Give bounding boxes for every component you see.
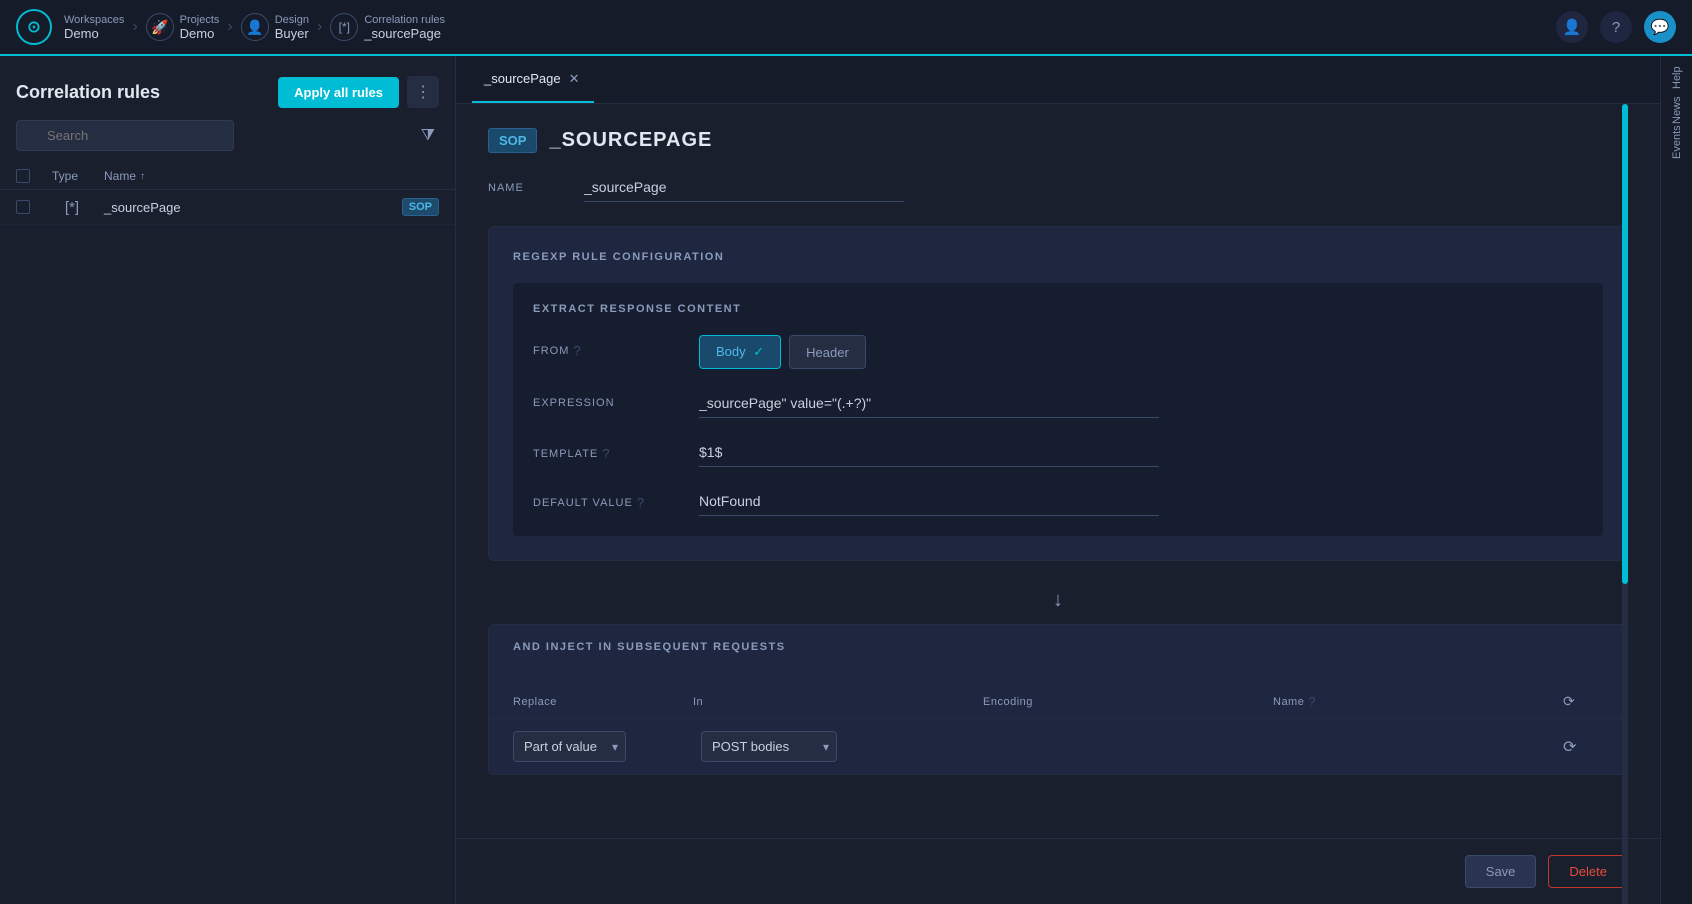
detail-sop-badge: SOP [488,128,537,153]
expression-label: EXPRESSION [533,389,683,409]
help-button[interactable]: ? [1600,11,1632,43]
delete-button[interactable]: Delete [1548,855,1628,888]
header-type: Type [52,169,92,183]
config-card-title: REGEXP RULE CONFIGURATION [513,251,1603,263]
detail-title: _SOURCEPAGE [549,129,712,152]
filter-button[interactable]: ⧩ [417,123,439,149]
breadcrumb-projects[interactable]: 🚀 Projects Demo [146,13,220,41]
inject-col-name: Name ? [1273,694,1563,709]
breadcrumb-workspaces[interactable]: Workspaces Demo [64,14,124,41]
inject-col-encoding: Encoding [983,696,1273,708]
default-help-icon[interactable]: ? [637,495,645,510]
in-select[interactable]: POST bodies URL parameters Headers [701,731,837,762]
name-col-help-icon[interactable]: ? [1308,694,1316,709]
more-options-button[interactable]: ⋮ [407,76,439,108]
inject-table-header: Replace In Encoding Name ? ⟳ [489,685,1627,719]
correlation-icon: [*] [330,13,358,41]
sidebar-title: Correlation rules [16,82,160,103]
expression-field-row: EXPRESSION [533,389,1583,418]
template-value [699,438,1583,467]
body-button[interactable]: Body ✓ [699,335,781,369]
inject-table-row: Part of value Entire value POST bodies U… [489,719,1627,774]
from-field-row: FROM ? Body ✓ Header [533,335,1583,369]
row-checkbox[interactable] [16,200,40,214]
right-strip: Help News Events [1660,56,1692,904]
template-input[interactable] [699,438,1159,467]
inject-card: AND INJECT IN SUBSEQUENT REQUESTS Replac… [488,624,1628,775]
tab-close-button[interactable]: ✕ [567,69,582,89]
inject-header: AND INJECT IN SUBSEQUENT REQUESTS [489,625,1627,685]
projects-icon: 🚀 [146,13,174,41]
from-help-icon[interactable]: ? [573,343,581,358]
search-input[interactable] [16,120,234,151]
detail-header: SOP _SOURCEPAGE [488,128,1628,153]
from-buttons: Body ✓ Header [699,335,1583,369]
save-button[interactable]: Save [1465,855,1537,888]
top-navigation: ⊙ Workspaces Demo › 🚀 Projects Demo › 👤 … [0,0,1692,56]
expression-value [699,389,1583,418]
row-add-icon[interactable]: ⟳ [1563,737,1603,757]
search-wrapper: 🔍 [16,120,409,151]
inject-section-title: AND INJECT IN SUBSEQUENT REQUESTS [513,641,1603,653]
breadcrumb-correlation-rules[interactable]: [*] Correlation rules _sourcePage [330,13,445,41]
template-field-row: TEMPLATE ? [533,438,1583,467]
topnav-right-actions: 👤 ? 💬 [1556,11,1676,43]
footer-actions: Save Delete [456,838,1660,904]
tab-source-page[interactable]: _sourcePage ✕ [472,56,594,103]
replace-select[interactable]: Part of value Entire value [513,731,626,762]
default-value-field-row: DEFAULT VALUE ? [533,487,1583,516]
sop-badge: SOP [402,198,439,216]
strip-events-button[interactable]: Events [1663,128,1691,156]
from-label: FROM ? [533,335,683,358]
inject-col-actions: ⟳ [1563,693,1603,710]
sidebar-header: Correlation rules Apply all rules ⋮ [0,56,455,120]
name-field-row: NAME [488,173,1628,202]
app-logo: ⊙ [16,9,52,45]
inject-col-replace: Replace [513,696,693,708]
detail-content: SOP _SOURCEPAGE NAME REGEXP RULE CONFIGU… [456,104,1660,838]
design-icon: 👤 [241,13,269,41]
default-value [699,487,1583,516]
regexp-config-card: REGEXP RULE CONFIGURATION EXTRACT RESPON… [488,226,1628,561]
right-panel: _sourcePage ✕ SOP _SOURCEPAGE NAME REGEX… [456,56,1660,904]
row-name: _sourcePage [104,200,390,215]
default-value-label: DEFAULT VALUE ? [533,487,683,510]
template-help-icon[interactable]: ? [602,446,610,461]
sidebar: Correlation rules Apply all rules ⋮ 🔍 ⧩ … [0,56,456,904]
replace-select-wrap: Part of value Entire value [513,731,693,762]
row-type-icon: [*] [52,199,92,216]
name-input[interactable] [584,173,904,202]
name-label: NAME [488,182,568,194]
tab-bar: _sourcePage ✕ [456,56,1660,104]
header-name[interactable]: Name ↑ [104,169,439,183]
chat-button[interactable]: 💬 [1644,11,1676,43]
search-row: 🔍 ⧩ [0,120,455,163]
sidebar-header-actions: Apply all rules ⋮ [278,76,439,108]
table-row[interactable]: [*] _sourcePage SOP [0,190,455,225]
header-checkbox[interactable] [16,169,40,183]
table-header: Type Name ↑ [0,163,455,190]
expression-input[interactable] [699,389,1159,418]
strip-help-button[interactable]: Help [1663,64,1691,92]
strip-news-button[interactable]: News [1663,96,1691,124]
header-button[interactable]: Header [789,335,866,369]
user-button[interactable]: 👤 [1556,11,1588,43]
main-content: Correlation rules Apply all rules ⋮ 🔍 ⧩ … [0,56,1692,904]
tab-label: _sourcePage [484,71,561,86]
extract-section-title: EXTRACT RESPONSE CONTENT [533,303,1583,315]
apply-all-button[interactable]: Apply all rules [278,77,399,108]
in-select-wrap: POST bodies URL parameters Headers [701,731,980,762]
template-label: TEMPLATE ? [533,438,683,461]
arrow-down: ↓ [488,577,1628,624]
breadcrumb-design[interactable]: 👤 Design Buyer [241,13,309,41]
sort-icon: ↑ [140,171,145,182]
default-value-input[interactable] [699,487,1159,516]
inject-col-in: In [693,696,983,708]
